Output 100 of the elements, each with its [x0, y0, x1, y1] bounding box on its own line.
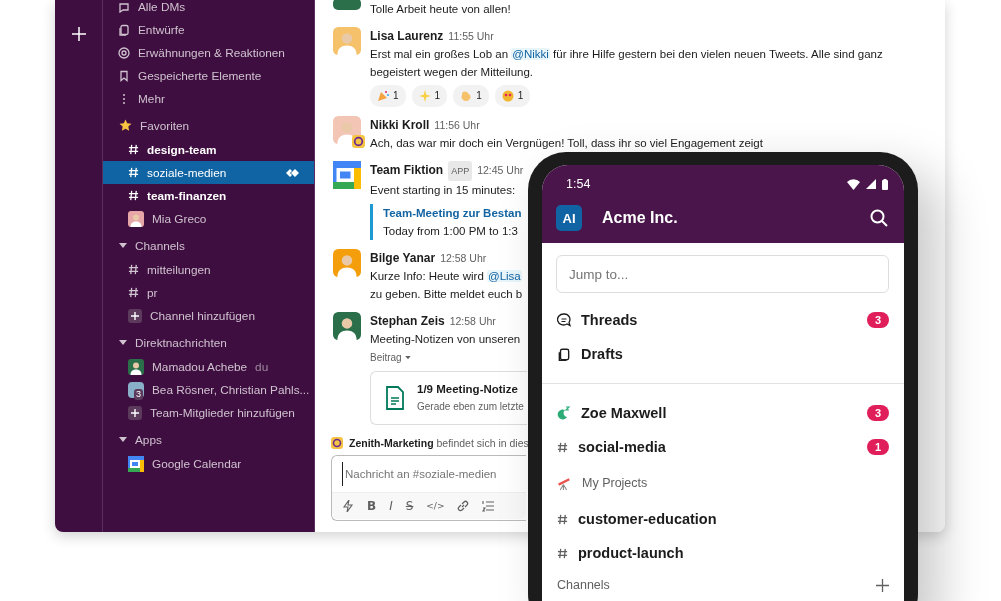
plus-icon[interactable] [876, 578, 889, 592]
sidebar-item[interactable]: mitteilungen [103, 258, 314, 281]
link-icon[interactable] [457, 500, 470, 512]
event-time: Today from 1:00 PM to 1:3 [383, 224, 519, 239]
message-text: Ach, das war mir doch ein Vergnügen! Toll, dass ihr so viel Engagement zeigt [370, 136, 763, 151]
section-header[interactable]: Favoriten [103, 113, 314, 138]
author-name[interactable]: Nikki Kroll [370, 116, 430, 134]
timestamp[interactable]: 11:55 Uhr [448, 27, 494, 45]
workspace-logo[interactable]: AI [556, 205, 582, 231]
timestamp[interactable]: 12:58 Uhr [449, 312, 496, 330]
message-text: zu geben. Bitte meldet euch b [370, 287, 523, 302]
reaction-button[interactable]: 1 [494, 85, 531, 107]
file-subtitle: Gerade eben zum letzte [417, 400, 524, 414]
unread-badge: 1 [866, 439, 889, 455]
format-button[interactable]: I [389, 499, 393, 513]
sidebar-item[interactable]: design-team [103, 138, 314, 161]
nav-item[interactable]: customer-education [578, 511, 717, 527]
document-icon [385, 386, 405, 410]
message-composer[interactable]: Nachricht an #soziale-medien B I S </> [331, 455, 526, 521]
party-popper-icon [377, 90, 389, 102]
notice-text: Zenith-Marketing befindet sich in dies [349, 437, 529, 449]
mention-link[interactable]: @Nikki [511, 48, 550, 60]
message-text: begeistert wegen der Mitteilung. [370, 65, 534, 80]
bookmark-icon [118, 69, 130, 82]
sidebar-item[interactable]: Google Calendar [103, 452, 314, 475]
nav-item[interactable]: product-launch [578, 545, 684, 561]
sidebar-item[interactable]: Team-Mitglieder hinzufügen [103, 401, 314, 424]
timestamp[interactable]: 12:58 Uhr [440, 249, 487, 267]
reaction-button[interactable]: 1 [411, 85, 448, 107]
hash-icon [128, 287, 139, 298]
you-label: du [255, 359, 269, 374]
signal-icon [866, 179, 876, 189]
hash-icon [128, 264, 139, 275]
nav-item[interactable]: Drafts [581, 346, 623, 362]
wifi-icon [847, 178, 860, 190]
sidebar-item[interactable]: team-finanzen [103, 184, 314, 207]
sidebar-item[interactable]: Mamadou Achebe du [103, 355, 314, 378]
author-name[interactable]: Bilge Yanar [370, 249, 436, 267]
hash-icon [128, 144, 139, 155]
section-header[interactable]: Channels [103, 233, 314, 258]
hash-icon [128, 190, 139, 201]
sidebar-item[interactable]: pr [103, 281, 314, 304]
reaction-button[interactable]: 1 [370, 85, 406, 107]
sidebar-nav-item[interactable]: Mehr [103, 87, 314, 110]
plus-icon [128, 405, 142, 420]
section-header[interactable]: Apps [103, 427, 314, 452]
post-label[interactable]: Beitrag [370, 349, 411, 367]
sparkles-icon [418, 90, 431, 102]
shortcut-icon[interactable] [342, 500, 354, 512]
plus-icon [128, 308, 142, 323]
sidebar-item[interactable]: Mia Greco [103, 207, 314, 230]
pages-icon [118, 23, 130, 36]
timestamp[interactable]: 11:56 Uhr [434, 116, 480, 134]
format-button[interactable]: S [405, 499, 414, 513]
sidebar-item[interactable]: 3 Bea Rösner, Christian Pahls... [103, 378, 314, 401]
author-name[interactable]: Stephan Zeis [370, 312, 445, 330]
reaction-button[interactable]: 1 [453, 85, 489, 107]
caret-icon [404, 356, 411, 360]
timestamp[interactable]: 12:45 Uhr [477, 161, 524, 179]
nav-item[interactable]: Threads [581, 312, 638, 328]
format-button[interactable]: </> [426, 501, 445, 511]
caret-icon [119, 242, 127, 249]
hash-icon [557, 547, 568, 559]
message-input[interactable]: Nachricht an #soziale-medien [342, 462, 512, 486]
org-badge-icon [331, 437, 343, 449]
app-tag: APP [448, 161, 473, 181]
section-title[interactable]: Channels [557, 578, 610, 592]
sidebar-nav-item[interactable]: Erwähnungen & Reaktionen [103, 41, 314, 64]
hash-icon [557, 513, 568, 525]
hash-icon [128, 167, 139, 178]
numbered-list-icon[interactable] [482, 500, 495, 512]
section-title[interactable]: My Projects [582, 476, 648, 490]
nav-item[interactable]: Zoe Maxwell [581, 405, 667, 421]
message-text: Erst mal ein großes Lob an @Nikki für ihre Hilfe gestern bei den vielen neuen Tweets. Alle sind ganz [370, 47, 883, 62]
author-name[interactable]: Team Fiktion [370, 161, 444, 179]
mention-link[interactable]: @Lisa [487, 270, 522, 282]
workspace-name[interactable]: Acme Inc. [602, 209, 678, 227]
section-header[interactable]: Direktnachrichten [103, 330, 314, 355]
search-icon[interactable] [870, 209, 888, 227]
format-button[interactable]: B [367, 499, 377, 513]
search-field[interactable]: Jump to... [556, 255, 889, 293]
pages-icon [557, 346, 571, 362]
sidebar-nav-item[interactable]: Gespeicherte Elemente [103, 64, 314, 87]
message-text: Tolle Arbeit heute von allen! [370, 2, 511, 17]
calendar-icon [333, 161, 361, 189]
file-card[interactable]: 1/9 Meeting-Notize Gerade eben zum letzte [370, 371, 527, 425]
sidebar-nav-item[interactable]: Entwürfe [103, 18, 314, 41]
author-name[interactable]: Lisa Laurenz [370, 27, 444, 45]
caret-icon [119, 436, 127, 443]
file-title: 1/9 Meeting-Notize [417, 382, 519, 397]
nav-item[interactable]: social-media [578, 439, 666, 455]
sidebar-item[interactable]: Channel hinzufügen [103, 304, 314, 327]
clock: 1:54 [566, 177, 591, 191]
away-status-icon [557, 406, 571, 420]
hash-icon [557, 441, 568, 453]
sidebar-item[interactable]: soziale-medien [103, 161, 314, 184]
unread-badge: 3 [866, 312, 889, 328]
sidebar-nav-item[interactable]: Alle DMs [103, 0, 314, 18]
telescope-icon [557, 475, 572, 491]
event-link[interactable]: Team-Meeting zur Bestan [383, 204, 524, 222]
